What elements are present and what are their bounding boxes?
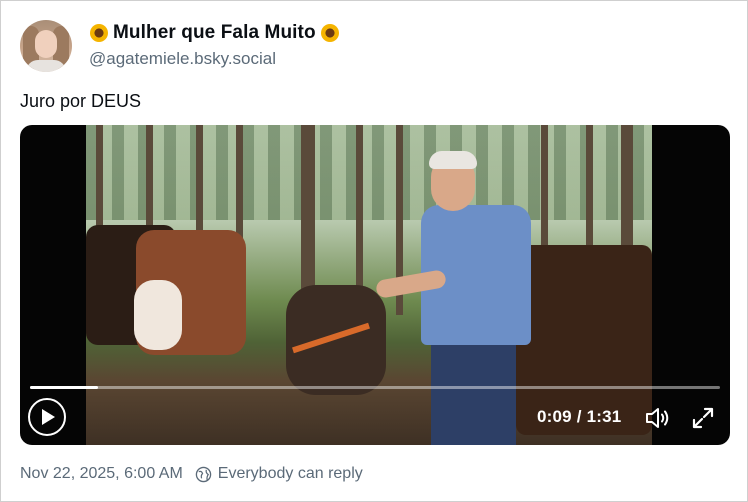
sunflower-icon [320, 24, 339, 42]
video-progress-bar[interactable] [30, 386, 720, 389]
sunflower-icon [90, 24, 108, 42]
globe-icon [195, 466, 212, 482]
video-time-display: 0:09 / 1:31 [537, 407, 622, 426]
video-player[interactable]: 0:09 / 1:31 [20, 125, 730, 445]
volume-button[interactable] [644, 405, 670, 431]
play-icon [42, 409, 55, 425]
video-progress-fill [30, 386, 99, 389]
author-handle[interactable]: @agatemiele.bsky.social [89, 49, 276, 69]
video-man-pants [431, 345, 516, 445]
video-cow [286, 285, 386, 395]
post-meta: Nov 22, 2025, 6:00 AM Everybody can repl… [20, 464, 363, 484]
volume-icon [646, 408, 669, 428]
reply-setting[interactable]: Everybody can reply [218, 465, 363, 483]
post-card: Mulher que Fala Muito @agatemiele.bsky.s… [0, 0, 748, 502]
avatar-face [35, 30, 57, 58]
play-button[interactable] [28, 398, 66, 436]
fullscreen-icon [692, 407, 714, 429]
video-man-hair [429, 151, 477, 169]
video-cow-head [134, 280, 182, 350]
post-timestamp[interactable]: Nov 22, 2025, 6:00 AM [20, 465, 183, 483]
author-display-name[interactable]: Mulher que Fala Muito [113, 22, 316, 44]
video-canopy [86, 125, 652, 220]
author-avatar[interactable] [20, 20, 72, 72]
fullscreen-button[interactable] [691, 406, 715, 430]
author-name-row[interactable]: Mulher que Fala Muito [90, 21, 339, 45]
post-text: Juro por DEUS [20, 91, 142, 111]
video-frame [86, 125, 652, 445]
avatar-shirt [26, 60, 66, 72]
